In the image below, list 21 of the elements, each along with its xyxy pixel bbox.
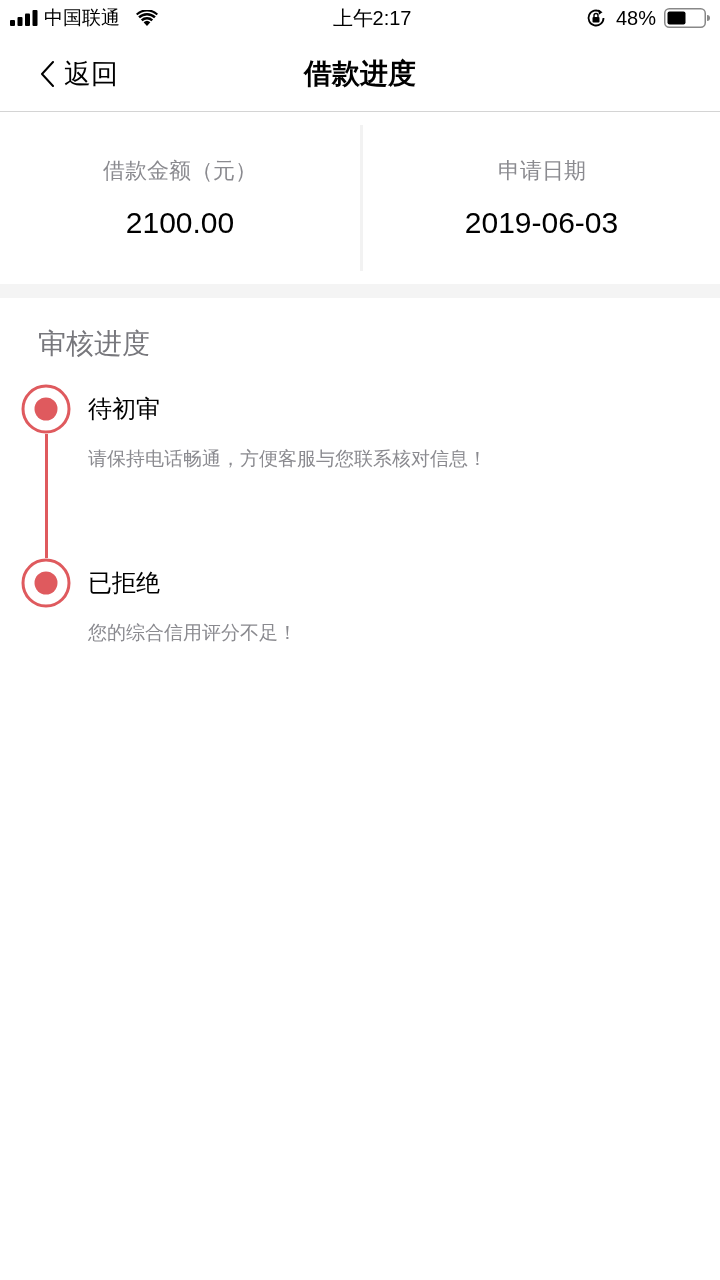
step-description: 您的综合信用评分不足！ — [88, 621, 297, 645]
summary-label: 申请日期 — [497, 157, 586, 185]
page-title: 借款进度 — [304, 56, 416, 91]
wifi-icon — [136, 10, 158, 26]
step-title: 待初审 — [88, 394, 160, 424]
section-title: 审核进度 — [38, 327, 150, 361]
summary-value: 2019-06-03 — [464, 205, 619, 241]
status-time: 上午2:17 — [332, 6, 412, 30]
timeline-node-icon — [21, 384, 71, 434]
back-chevron-icon — [40, 60, 54, 87]
carrier-name: 中国联通 — [44, 6, 120, 30]
signal-icon — [10, 10, 38, 26]
step-description: 请保持电话畅通，方便客服与您联系核对信息！ — [88, 447, 487, 471]
rotation-lock-icon — [585, 8, 606, 28]
timeline-node-icon — [21, 558, 71, 608]
battery-icon — [664, 8, 710, 28]
summary-value: 2100.00 — [125, 205, 235, 241]
step-title: 已拒绝 — [88, 568, 160, 598]
battery-percent: 48% — [615, 6, 656, 30]
summary-label: 借款金额（元） — [103, 157, 257, 185]
back-button[interactable]: 返回 — [40, 49, 118, 98]
